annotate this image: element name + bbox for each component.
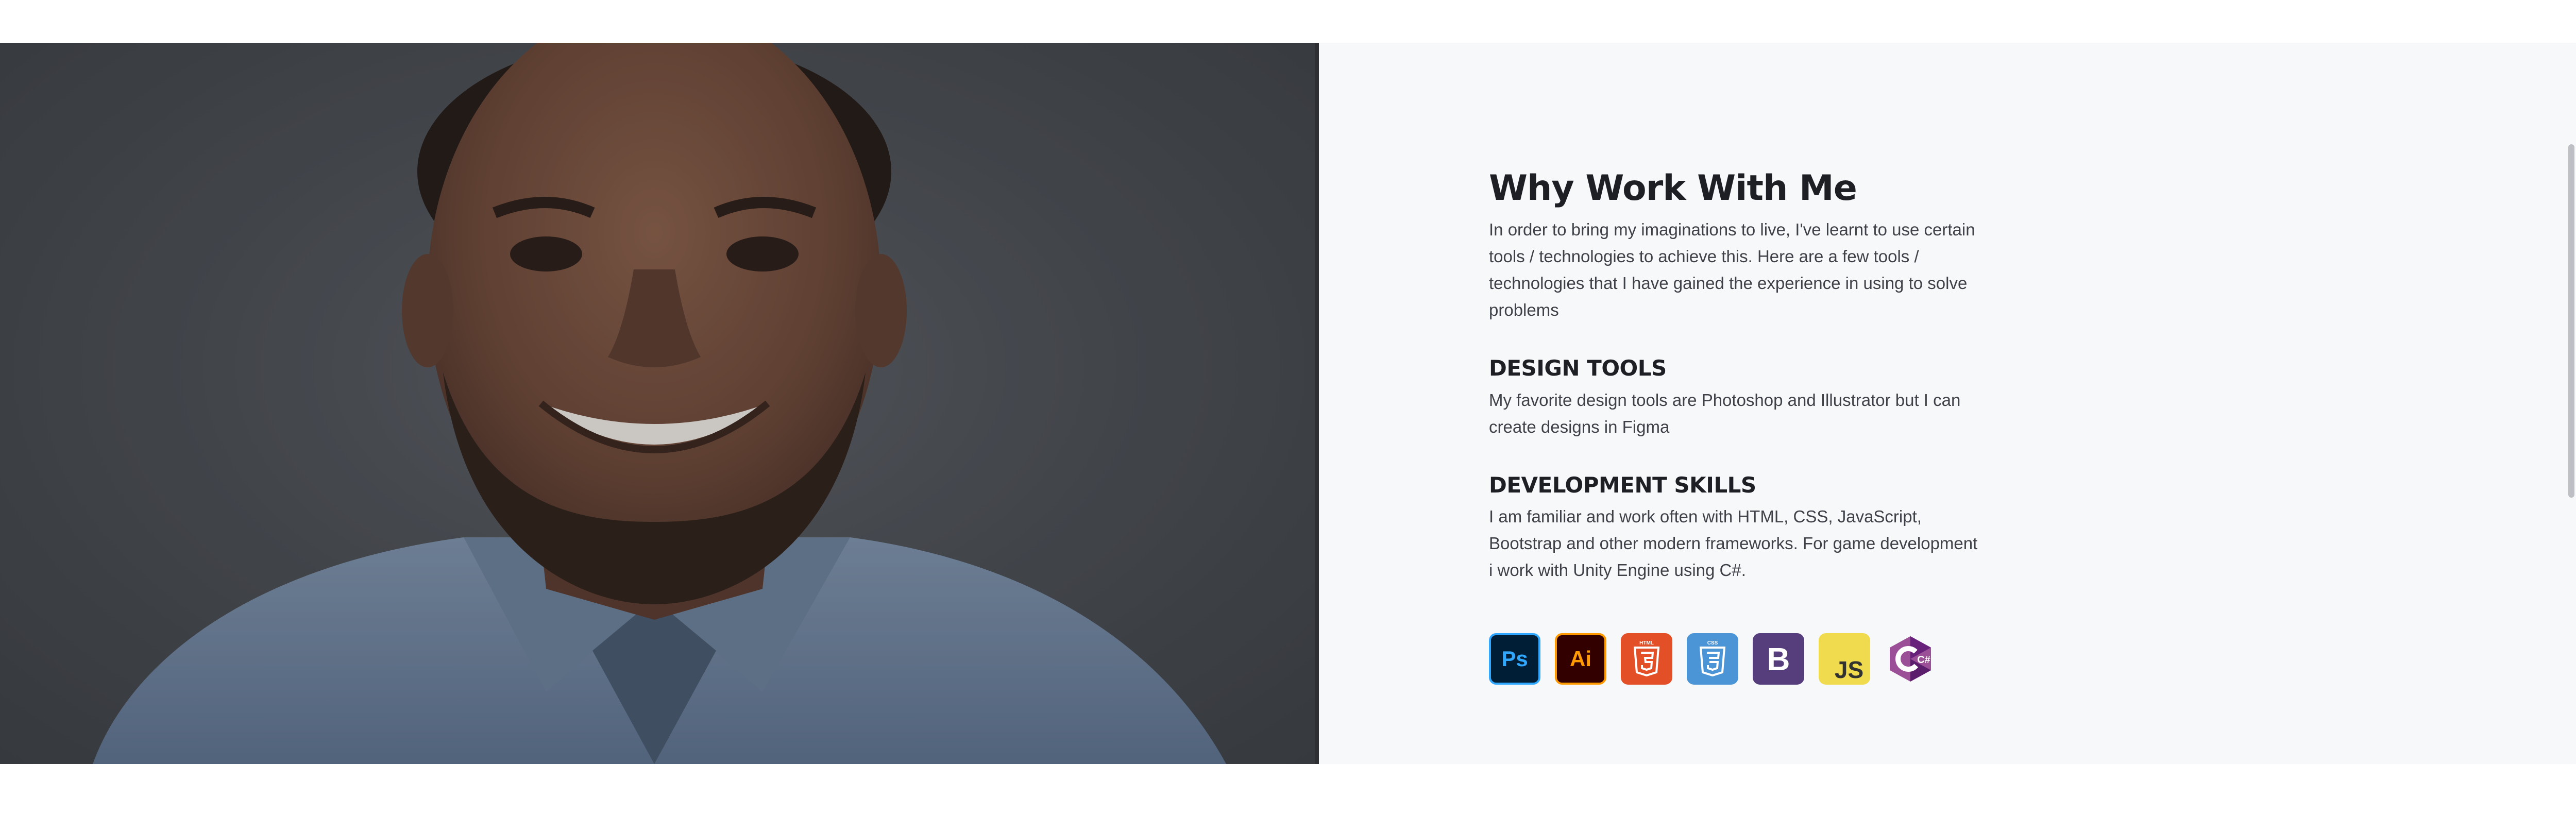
css3-icon: CSS [1687, 633, 1738, 685]
javascript-icon: JS [1819, 633, 1870, 685]
why-work-with-me-section: Why Work With Me In order to bring my im… [0, 43, 2576, 764]
photoshop-icon-text: Ps [1501, 647, 1528, 671]
intro-text: In order to bring my imaginations to liv… [1489, 220, 1975, 319]
bootstrap-icon: B [1753, 633, 1804, 685]
design-tools-heading: DESIGN TOOLS [1489, 355, 1667, 381]
css3-icon-text: CSS [1707, 640, 1718, 646]
content-panel: Why Work With Me In order to bring my im… [1319, 43, 2576, 764]
bootstrap-icon-text: B [1767, 642, 1790, 677]
html5-icon-text: HTML [1639, 640, 1654, 646]
scrollbar-thumb[interactable] [2568, 144, 2574, 498]
development-skills-text: I am familiar and work often with HTML, … [1489, 507, 1978, 580]
photo-divider [1315, 43, 1319, 764]
section-title: Why Work With Me [1489, 168, 1857, 209]
photo-overlay [0, 43, 1319, 764]
design-tools-text: My favorite design tools are Photoshop a… [1489, 390, 1961, 436]
page-scrollbar[interactable] [2566, 0, 2576, 815]
development-skills-heading: DEVELOPMENT SKILLS [1489, 472, 1756, 498]
illustrator-icon: Ai [1555, 633, 1606, 685]
csharp-icon: C# [1885, 633, 1936, 685]
csharp-icon-text: C# [1917, 654, 1930, 666]
tool-icons-row: Ps Ai HTML CSS B JS C# [1489, 633, 1984, 685]
illustrator-icon-text: Ai [1570, 647, 1591, 671]
content-column: Why Work With Me In order to bring my im… [1489, 166, 1984, 685]
javascript-icon-text: JS [1835, 656, 1863, 682]
profile-photo [0, 43, 1319, 764]
html5-icon: HTML [1621, 633, 1672, 685]
photoshop-icon: Ps [1489, 633, 1540, 685]
